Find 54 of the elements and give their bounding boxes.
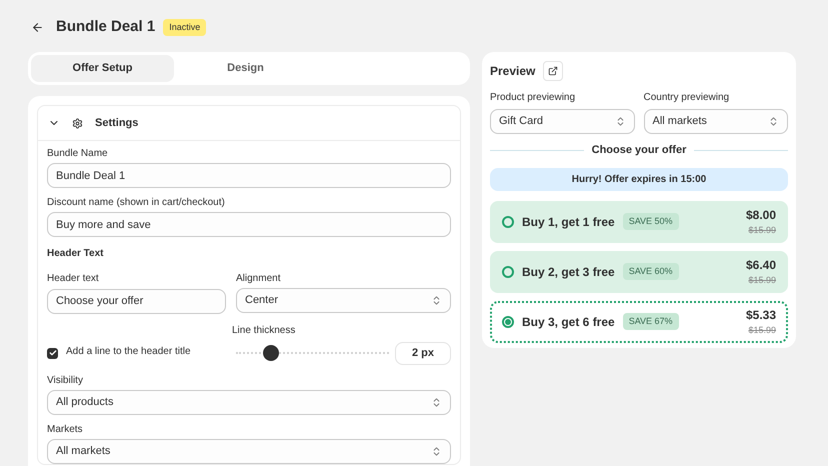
- offer-price: $8.00: [746, 206, 776, 224]
- chevrons-icon: [431, 396, 442, 408]
- field-label: Discount name (shown in cart/checkout): [47, 197, 226, 209]
- value-field[interactable]: 2 px: [395, 342, 451, 364]
- gear-icon: [72, 118, 83, 128]
- checkbox-label: Add a line to the header title: [66, 344, 191, 358]
- section-title: Settings: [95, 116, 138, 131]
- field-label: Alignment: [236, 273, 282, 285]
- save-badge: SAVE 50%: [622, 212, 679, 230]
- offer-option[interactable]: Buy 3, get 6 free SAVE 67% $5.33 $15.99: [490, 300, 788, 342]
- select-field[interactable]: All products: [47, 390, 451, 414]
- save-badge: SAVE 67%: [622, 312, 679, 330]
- old-price: $15.99: [748, 274, 776, 287]
- field-label: Markets: [47, 424, 84, 436]
- status-badge: Inactive: [163, 18, 206, 36]
- offer-option[interactable]: Buy 2, get 3 free SAVE 60% $6.40 $15.99: [490, 250, 788, 292]
- preview-title: Preview: [490, 63, 536, 80]
- radio-button[interactable]: [502, 316, 514, 328]
- external-link-icon[interactable]: [543, 61, 564, 81]
- offer-price: $6.40: [746, 256, 776, 274]
- radio-button[interactable]: [502, 266, 514, 278]
- chevrons-icon: [431, 446, 442, 456]
- subsection-title: Header Text: [47, 248, 105, 260]
- select-field[interactable]: Gift Card: [490, 109, 634, 134]
- slider-thumb[interactable]: [263, 345, 280, 361]
- field-label: Line thickness: [232, 324, 296, 336]
- page-title: Bundle Deal 1: [56, 17, 156, 38]
- input-field[interactable]: Choose your offer: [47, 288, 226, 314]
- field-label: Header text: [47, 273, 100, 285]
- save-badge: SAVE 60%: [622, 262, 679, 280]
- field-label: Product previewing: [490, 91, 576, 105]
- radio-button[interactable]: [502, 216, 514, 228]
- select-field[interactable]: All markets: [47, 438, 451, 464]
- offer-heading: Choose your offer: [592, 143, 686, 158]
- offer-title: Buy 1, get 1 free: [522, 214, 615, 230]
- select-field[interactable]: Center: [236, 288, 451, 313]
- back-arrow-icon[interactable]: [31, 21, 44, 34]
- field-label: Bundle Name: [47, 148, 109, 160]
- input-field[interactable]: Buy more and save: [47, 212, 451, 237]
- field-label: Country previewing: [644, 91, 730, 105]
- offer-option[interactable]: Buy 1, get 1 free SAVE 50% $8.00 $15.99: [490, 200, 788, 242]
- timer-banner: Hurry! Offer expires in 15:00: [490, 168, 788, 190]
- tab[interactable]: Offer Setup: [31, 55, 174, 82]
- old-price: $15.99: [748, 324, 776, 337]
- offer-price: $5.33: [746, 306, 776, 324]
- old-price: $15.99: [748, 224, 776, 237]
- chevrons-icon: [431, 295, 442, 306]
- select-field[interactable]: All markets: [644, 109, 788, 134]
- field-label: Visibility: [47, 374, 84, 386]
- checkbox[interactable]: [47, 348, 58, 358]
- offer-title: Buy 2, get 3 free: [522, 264, 615, 280]
- offer-title: Buy 3, get 6 free: [522, 314, 615, 330]
- input-field[interactable]: Bundle Deal 1: [47, 163, 451, 188]
- chevrons-icon: [768, 116, 779, 127]
